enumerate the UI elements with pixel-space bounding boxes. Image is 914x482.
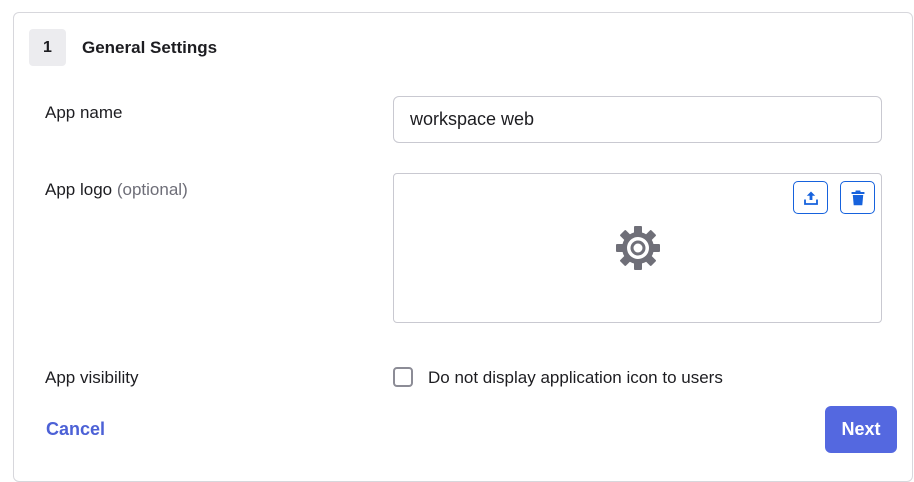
trash-icon	[851, 190, 864, 205]
hide-icon-checkbox[interactable]	[393, 367, 413, 387]
upload-icon	[803, 191, 818, 205]
hide-icon-checkbox-label[interactable]: Do not display application icon to users	[428, 368, 723, 388]
gear-icon	[616, 226, 660, 270]
app-name-input[interactable]	[393, 96, 882, 143]
app-logo-dropzone[interactable]	[393, 173, 882, 323]
app-name-label: App name	[45, 103, 123, 122]
app-logo-label-text: App logo	[45, 180, 113, 199]
cancel-button[interactable]: Cancel	[46, 419, 105, 440]
delete-logo-button[interactable]	[840, 181, 875, 214]
optional-hint: (optional)	[116, 180, 188, 199]
upload-logo-button[interactable]	[793, 181, 828, 214]
next-button[interactable]: Next	[825, 406, 897, 453]
step-number-badge: 1	[29, 29, 66, 66]
section-title: General Settings	[82, 38, 218, 57]
app-logo-label: App logo (optional)	[45, 180, 188, 200]
app-visibility-label: App visibility	[45, 368, 139, 387]
